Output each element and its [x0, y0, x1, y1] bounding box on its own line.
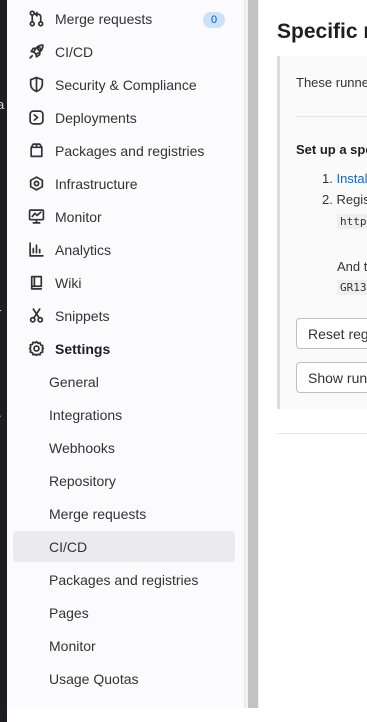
section-divider — [277, 433, 367, 434]
scrollbar-thumb[interactable] — [248, 0, 258, 708]
sidebar-item-packages-registries[interactable]: Packages and registries — [13, 135, 235, 166]
token-intro-text: And t — [337, 259, 367, 274]
shield-icon — [27, 76, 45, 94]
background-window-edge: a r \ — [0, 0, 7, 722]
divider — [296, 116, 367, 117]
sidebar-item-settings[interactable]: Settings — [13, 333, 235, 364]
main-content: Specific ru These runne Set up a spe 1. … — [260, 0, 367, 722]
page-title: Specific ru — [277, 20, 367, 43]
sidebar-item-merge-requests[interactable]: Merge requests 0 — [13, 3, 235, 34]
edge-text-fragment: a — [0, 97, 5, 112]
step-install: 1. Instal — [322, 171, 367, 186]
infrastructure-icon — [27, 175, 45, 193]
edge-text-fragment: \ — [0, 405, 1, 420]
sidebar-item-ci-cd[interactable]: CI/CD — [13, 36, 235, 67]
package-icon — [27, 142, 45, 160]
sidebar-item-snippets[interactable]: Snippets — [13, 300, 235, 331]
settings-sub-general[interactable]: General — [13, 366, 235, 397]
step-register: 2. Regis — [322, 192, 367, 207]
settings-sub-merge-requests[interactable]: Merge requests — [13, 498, 235, 529]
sidebar-scrollbar[interactable] — [245, 0, 259, 708]
sidebar-item-label: CI/CD — [55, 43, 94, 60]
deployments-icon — [27, 109, 45, 127]
sidebar-item-label: Deployments — [55, 109, 137, 126]
sidebar-item-deployments[interactable]: Deployments — [13, 102, 235, 133]
sidebar-item-label: Snippets — [55, 307, 110, 324]
step-number: 1. — [322, 171, 333, 186]
sidebar-item-label: Settings — [55, 340, 111, 357]
settings-sub-pages[interactable]: Pages — [13, 597, 235, 628]
merge-request-icon — [27, 10, 45, 28]
settings-sub-usage-quotas[interactable]: Usage Quotas — [13, 663, 235, 694]
book-icon — [27, 274, 45, 292]
scissors-icon — [27, 307, 45, 325]
sidebar-item-label: Wiki — [55, 274, 82, 291]
analytics-icon — [27, 241, 45, 259]
sidebar-item-label: Monitor — [55, 208, 102, 225]
sidebar-item-label: Packages and registries — [55, 142, 205, 159]
reset-registration-token-button[interactable]: Reset regi — [296, 318, 367, 349]
sidebar-item-analytics[interactable]: Analytics — [13, 234, 235, 265]
count-badge: 0 — [203, 12, 225, 28]
sidebar-item-infrastructure[interactable]: Infrastructure — [13, 168, 235, 199]
gear-icon — [27, 340, 45, 358]
registration-token-code: GR13 — [337, 280, 367, 295]
runners-intro-text: These runne — [296, 75, 367, 90]
runners-panel: These runne Set up a spe 1. Instal 2. Re… — [277, 56, 367, 409]
sidebar-item-label: Infrastructure — [55, 175, 138, 192]
settings-sub-webhooks[interactable]: Webhooks — [13, 432, 235, 463]
sidebar-item-label: Merge requests — [55, 10, 153, 27]
sidebar-item-security-compliance[interactable]: Security & Compliance — [13, 69, 235, 100]
settings-sub-monitor[interactable]: Monitor — [13, 630, 235, 661]
install-link[interactable]: Instal — [336, 171, 367, 186]
show-runner-installation-button[interactable]: Show run — [296, 362, 367, 393]
rocket-icon — [27, 43, 45, 61]
edge-text-fragment: r — [0, 305, 1, 320]
settings-sub-ci-cd[interactable]: CI/CD — [13, 531, 235, 562]
sidebar-item-monitor[interactable]: Monitor — [13, 201, 235, 232]
settings-sub-packages-registries[interactable]: Packages and registries — [13, 564, 235, 595]
sidebar-item-wiki[interactable]: Wiki — [13, 267, 235, 298]
monitor-icon — [27, 208, 45, 226]
sidebar: Merge requests 0 CI/CD Security & Compli… — [7, 0, 245, 708]
url-code: http — [337, 214, 367, 229]
sidebar-item-label: Analytics — [55, 241, 112, 258]
setup-heading: Set up a spe — [296, 142, 367, 157]
settings-sub-repository[interactable]: Repository — [13, 465, 235, 496]
settings-sub-integrations[interactable]: Integrations — [13, 399, 235, 430]
sidebar-item-label: Security & Compliance — [55, 76, 197, 93]
